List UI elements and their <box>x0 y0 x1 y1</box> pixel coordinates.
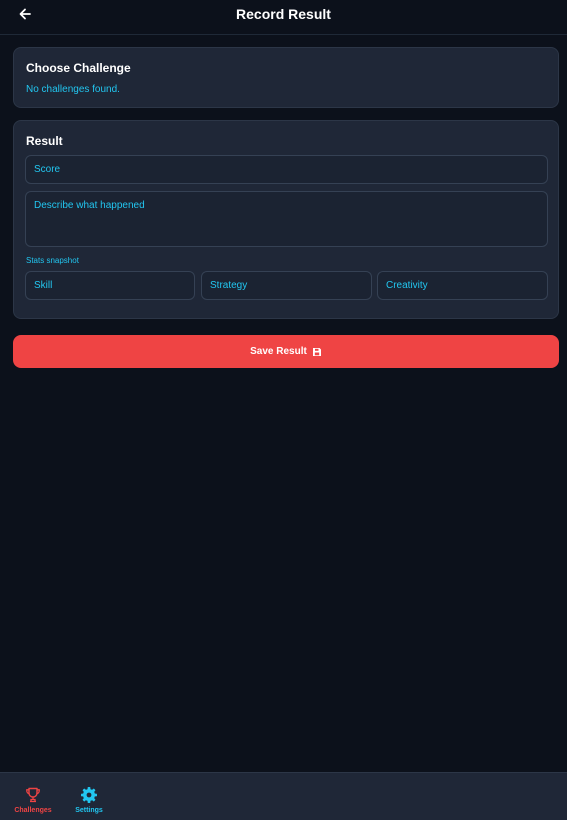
creativity-input[interactable] <box>377 271 548 300</box>
describe-textarea[interactable] <box>25 191 548 247</box>
score-input[interactable] <box>25 155 548 184</box>
stats-snapshot-label: Stats snapshot <box>26 256 79 265</box>
skill-input[interactable] <box>25 271 195 300</box>
result-card: Result Stats snapshot <box>13 120 559 319</box>
nav-item-settings[interactable]: Settings <box>66 773 112 820</box>
gear-icon <box>81 787 97 803</box>
page-title: Record Result <box>236 6 331 22</box>
save-result-label: Save Result <box>250 346 307 357</box>
nav-settings-label: Settings <box>75 807 103 814</box>
nav-challenges-label: Challenges <box>14 807 52 814</box>
choose-challenge-card: Choose Challenge No challenges found. <box>13 47 559 108</box>
record-result-screen: Record Result Choose Challenge No challe… <box>0 0 567 820</box>
app-header: Record Result <box>0 0 567 35</box>
strategy-input[interactable] <box>201 271 372 300</box>
nav-item-challenges[interactable]: Challenges <box>8 773 58 820</box>
trophy-icon <box>26 787 40 803</box>
bottom-navigation: Challenges Settings <box>0 772 567 820</box>
no-challenges-message: No challenges found. <box>26 84 120 95</box>
save-result-button[interactable]: Save Result <box>13 335 559 368</box>
choose-challenge-heading: Choose Challenge <box>26 61 131 75</box>
floppy-disk-icon <box>312 347 321 356</box>
result-heading: Result <box>26 134 63 148</box>
